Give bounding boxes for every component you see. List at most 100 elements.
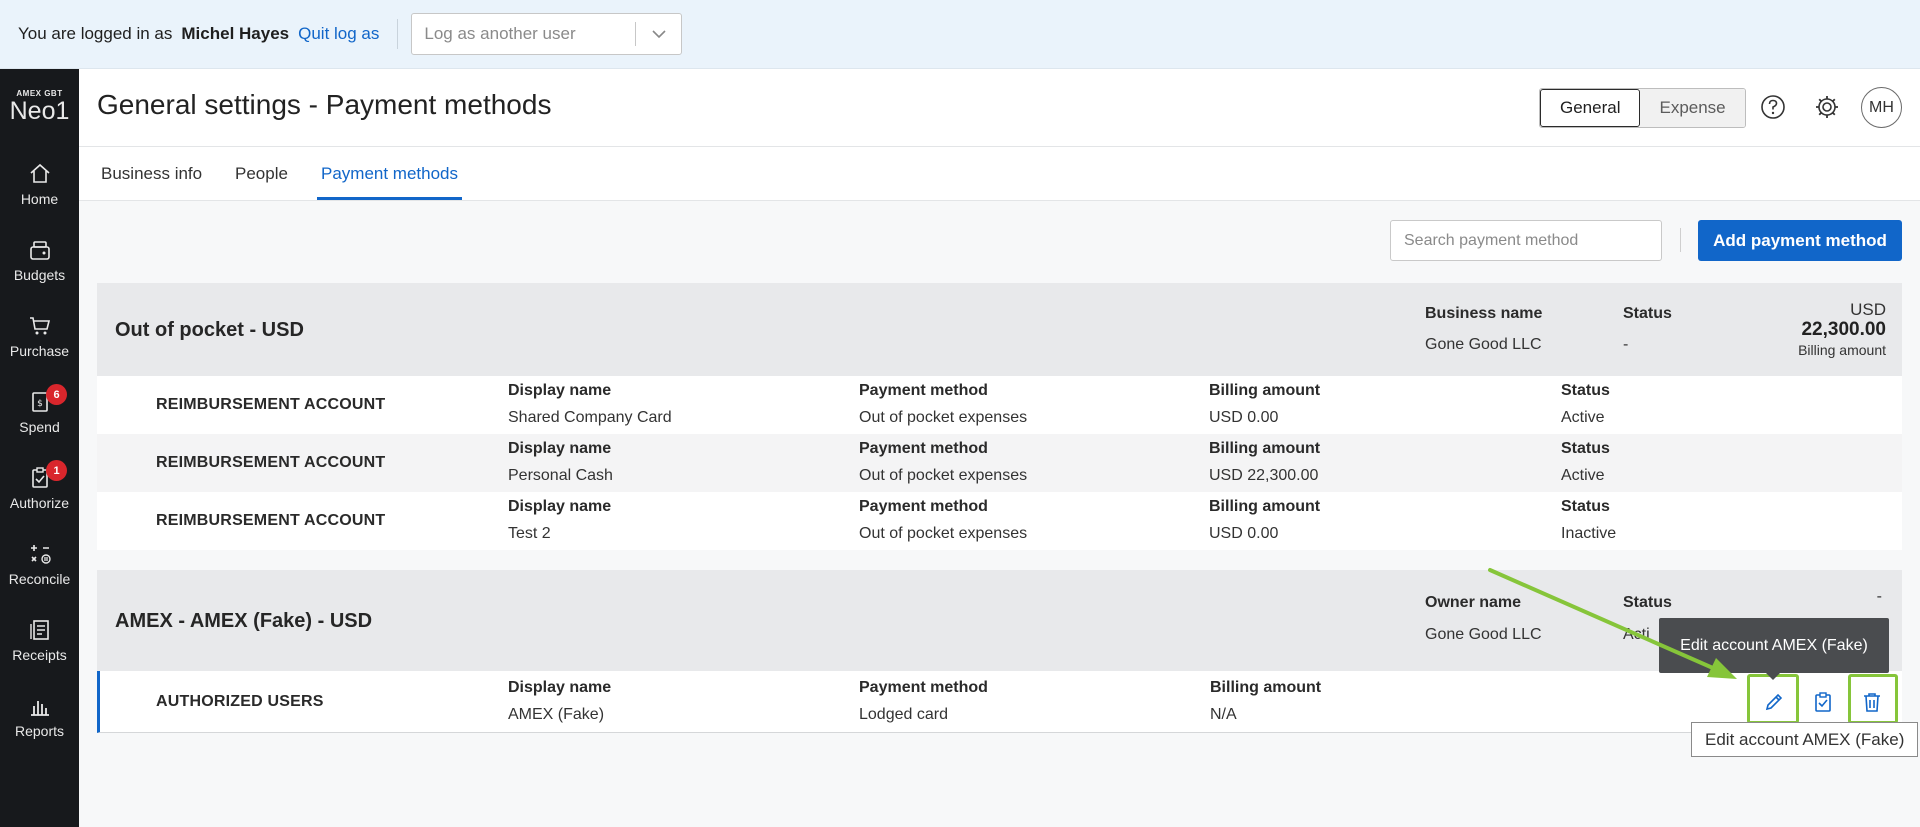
log-as-user-placeholder: Log as another user bbox=[424, 24, 576, 43]
side-navigation: AMEX GBT Neo1 Home Budgets Purchase $ Sp… bbox=[0, 69, 79, 827]
active-tab-indicator bbox=[317, 197, 462, 200]
tab-payment-methods[interactable]: Payment methods bbox=[321, 164, 458, 184]
quit-log-as-link[interactable]: Quit log as bbox=[298, 24, 379, 44]
nav-item-home[interactable]: Home bbox=[0, 162, 79, 207]
cart-icon bbox=[29, 317, 50, 335]
delete-highlight-box bbox=[1848, 674, 1898, 724]
status-value: Acti bbox=[1623, 626, 1650, 643]
gear-icon[interactable] bbox=[1812, 92, 1842, 122]
billing-amount-caption: Billing amount bbox=[1798, 342, 1886, 358]
nav-label: Home bbox=[20, 191, 59, 207]
payment-method-label: Payment method bbox=[859, 679, 988, 696]
payment-method-label: Payment method bbox=[859, 440, 988, 457]
payment-method-label: Payment method bbox=[859, 498, 988, 515]
settings-tabs: Business info People Payment methods bbox=[79, 147, 1920, 201]
divider bbox=[397, 19, 399, 49]
nav-label: Budgets bbox=[13, 267, 66, 283]
billing-amount-value: USD 0.00 bbox=[1209, 525, 1279, 542]
table-row-selected[interactable]: AUTHORIZED USERS Display name AMEX (Fake… bbox=[97, 671, 1902, 733]
payment-method-value: Out of pocket expenses bbox=[859, 409, 1028, 426]
table-row[interactable]: REIMBURSEMENT ACCOUNT Display name Perso… bbox=[97, 434, 1902, 492]
status-label: Status bbox=[1561, 440, 1610, 457]
payment-method-value: Out of pocket expenses bbox=[859, 467, 1028, 484]
group-header-out-of-pocket[interactable]: Out of pocket - USD Business name Gone G… bbox=[97, 283, 1902, 376]
table-row[interactable]: REIMBURSEMENT ACCOUNT Display name Share… bbox=[97, 376, 1902, 434]
help-icon[interactable] bbox=[1758, 92, 1788, 122]
nav-item-spend[interactable]: $ Spend 6 bbox=[0, 384, 79, 435]
edit-tooltip-native: Edit account AMEX (Fake) bbox=[1691, 722, 1919, 757]
page-header: General settings - Payment methods Gener… bbox=[79, 69, 1920, 147]
logged-in-text: You are logged in as bbox=[18, 24, 173, 43]
account-type: REIMBURSEMENT ACCOUNT bbox=[156, 512, 386, 529]
nav-item-receipts[interactable]: Receipts bbox=[0, 618, 79, 663]
nav-item-authorize[interactable]: Authorize 1 bbox=[0, 460, 79, 511]
account-type: REIMBURSEMENT ACCOUNT bbox=[156, 454, 386, 471]
chevron-down-icon[interactable] bbox=[635, 22, 681, 46]
business-name-value: Gone Good LLC bbox=[1425, 336, 1542, 353]
budgets-icon bbox=[29, 241, 50, 260]
spend-count-badge: 6 bbox=[46, 384, 67, 405]
billing-amount-label: Billing amount bbox=[1209, 440, 1321, 457]
table-row[interactable]: REIMBURSEMENT ACCOUNT Display name Test … bbox=[97, 492, 1902, 550]
billing-amount-value: USD 22,300.00 bbox=[1209, 467, 1319, 484]
add-payment-method-button[interactable]: Add payment method bbox=[1698, 220, 1902, 261]
billing-amount-label: Billing amount bbox=[1209, 498, 1321, 515]
clipboard-check-button[interactable] bbox=[1805, 684, 1841, 720]
receipts-icon bbox=[29, 620, 49, 640]
display-name-value: Test 2 bbox=[508, 525, 551, 542]
display-name-label: Display name bbox=[508, 498, 612, 515]
display-name-value: Shared Company Card bbox=[508, 409, 672, 426]
display-name-value: AMEX (Fake) bbox=[508, 706, 605, 723]
nav-label: Spend bbox=[19, 419, 60, 435]
home-icon bbox=[29, 163, 50, 183]
general-expense-toggle: General Expense bbox=[1539, 88, 1746, 128]
page-title: General settings - Payment methods bbox=[97, 89, 552, 120]
payment-method-value: Lodged card bbox=[859, 706, 948, 723]
clipboard-check-icon bbox=[1815, 692, 1831, 712]
nav-item-reports[interactable]: Reports bbox=[0, 694, 79, 739]
edit-highlight-box bbox=[1747, 674, 1799, 724]
group-header-amex[interactable]: AMEX - AMEX (Fake) - USD Owner name Gone… bbox=[97, 570, 1902, 671]
billing-amount-value: USD 0.00 bbox=[1209, 409, 1279, 426]
reconcile-icon bbox=[30, 545, 51, 564]
divider bbox=[1680, 228, 1681, 252]
nav-label: Purchase bbox=[9, 343, 70, 359]
nav-item-reconcile[interactable]: Reconcile bbox=[0, 542, 79, 587]
log-as-user-select[interactable]: Log as another user bbox=[411, 13, 683, 55]
impersonated-user-name: Michel Hayes bbox=[181, 24, 290, 43]
edit-tooltip-dark: Edit account AMEX (Fake) bbox=[1659, 618, 1889, 680]
group-title: AMEX - AMEX (Fake) - USD bbox=[115, 610, 373, 632]
display-name-label: Display name bbox=[508, 440, 612, 457]
search-payment-method-input[interactable] bbox=[1390, 220, 1662, 261]
billing-amount-value: N/A bbox=[1210, 706, 1237, 723]
billing-amount-label: Billing amount bbox=[1210, 679, 1322, 696]
payment-method-label: Payment method bbox=[859, 382, 988, 399]
account-type: REIMBURSEMENT ACCOUNT bbox=[156, 396, 386, 413]
tab-business-info[interactable]: Business info bbox=[101, 164, 202, 184]
status-label: Status bbox=[1623, 594, 1672, 611]
group-billing-amount: 22,300.00 bbox=[1801, 319, 1886, 340]
svg-text:$: $ bbox=[37, 399, 43, 409]
reports-icon bbox=[30, 701, 49, 716]
status-label: Status bbox=[1561, 498, 1610, 515]
nav-item-budgets[interactable]: Budgets bbox=[0, 238, 79, 283]
display-name-label: Display name bbox=[508, 679, 612, 696]
toggle-general[interactable]: General bbox=[1540, 89, 1641, 127]
nav-label: Receipts bbox=[12, 647, 67, 663]
tab-people[interactable]: People bbox=[235, 164, 288, 184]
impersonation-bar: You are logged in as Michel Hayes Quit l… bbox=[0, 0, 1920, 69]
avatar[interactable]: MH bbox=[1861, 87, 1902, 128]
status-value: Active bbox=[1561, 467, 1605, 484]
status-label: Status bbox=[1623, 305, 1672, 322]
owner-name-label: Owner name bbox=[1425, 594, 1522, 611]
toggle-expense[interactable]: Expense bbox=[1640, 89, 1745, 127]
currency-code: USD bbox=[1850, 300, 1886, 319]
nav-item-purchase[interactable]: Purchase bbox=[0, 314, 79, 359]
brand-name: Neo1 bbox=[9, 97, 70, 125]
status-value: - bbox=[1623, 336, 1629, 353]
brand-logo[interactable]: AMEX GBT Neo1 bbox=[0, 89, 79, 124]
status-value: Active bbox=[1561, 409, 1605, 426]
nav-label: Authorize bbox=[9, 495, 70, 511]
billing-amount-dash: - bbox=[1876, 588, 1882, 605]
owner-name-value: Gone Good LLC bbox=[1425, 626, 1542, 643]
